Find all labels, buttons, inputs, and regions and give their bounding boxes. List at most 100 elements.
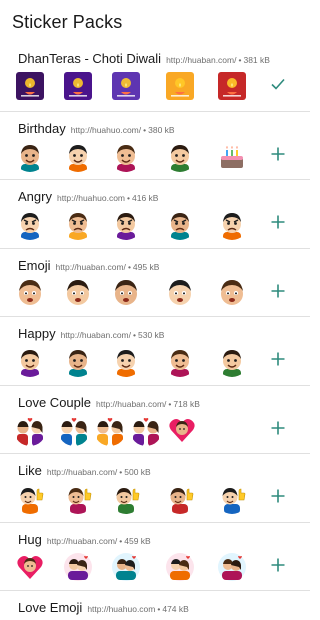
pack-meta: http://huaban.com/• 718 kB bbox=[96, 399, 200, 409]
meta-separator: • bbox=[119, 467, 123, 477]
sticker-thumbnail bbox=[110, 551, 142, 583]
plus-icon bbox=[270, 488, 286, 504]
sticker-thumbnail bbox=[164, 140, 196, 172]
sticker-thumbnail bbox=[62, 208, 94, 240]
sticker-thumbnail bbox=[110, 70, 142, 102]
sticker-thumbnail bbox=[216, 551, 248, 583]
pack-size: 495 kB bbox=[132, 262, 160, 272]
sticker-thumbnail bbox=[58, 414, 90, 446]
pack-name: DhanTeras - Choti Diwali bbox=[18, 51, 162, 66]
plus-icon bbox=[270, 420, 286, 436]
pack-size: 416 kB bbox=[132, 193, 159, 203]
sticker-thumbnail bbox=[62, 277, 94, 309]
pack-publisher: http://huahuo.com/ bbox=[70, 125, 142, 135]
pack-name: Happy bbox=[18, 326, 56, 341]
pack-name: Love Emoji bbox=[18, 600, 83, 615]
pack-publisher: http://huaban.com/ bbox=[60, 330, 131, 340]
add-pack-button[interactable] bbox=[264, 140, 292, 168]
pack-size: 380 kB bbox=[148, 125, 175, 135]
pack-publisher: http://huahuo.com bbox=[87, 604, 156, 614]
sticker-thumbnail bbox=[164, 551, 196, 583]
sticker-pack-row[interactable]: Angry http://huahuo.com • 416 kB bbox=[0, 180, 310, 249]
pack-header: Birthday http://huahuo.com/• 380 kB bbox=[18, 120, 300, 138]
pack-header: Love Couple http://huaban.com/• 718 kB bbox=[18, 394, 300, 412]
pack-size: 459 kB bbox=[124, 536, 151, 546]
pack-size: 381 kB bbox=[243, 55, 270, 65]
sticker-thumbnail bbox=[216, 277, 248, 309]
sticker-pack-row[interactable]: Love Emoji http://huahuo.com • 474 kB bbox=[0, 591, 310, 620]
pack-size: 718 kB bbox=[173, 399, 200, 409]
meta-separator: • bbox=[133, 330, 136, 340]
sticker-thumbnail bbox=[216, 208, 248, 240]
sticker-pack-row[interactable]: Birthday http://huahuo.com/• 380 kB bbox=[0, 112, 310, 180]
pack-header: Emoji http://huaban.com/• 495 kB bbox=[18, 257, 300, 275]
sticker-thumbnail bbox=[62, 551, 94, 583]
pack-meta: http://huaban.com/• 495 kB bbox=[56, 262, 160, 272]
sticker-thumbnail bbox=[14, 277, 46, 309]
pack-size: 530 kB bbox=[137, 330, 165, 340]
plus-icon bbox=[270, 146, 286, 162]
sticker-thumbnail bbox=[130, 414, 162, 446]
sticker-pack-row[interactable]: Like http://huaban.com/• 500 kB bbox=[0, 454, 310, 523]
sticker-thumbnail bbox=[166, 414, 198, 446]
sticker-pack-row[interactable]: Hug http://huaban.com/• 459 kB bbox=[0, 523, 310, 591]
add-pack-button[interactable] bbox=[264, 551, 292, 579]
add-pack-button[interactable] bbox=[264, 414, 292, 442]
pack-header: Happy http://huaban.com/• 530 kB bbox=[18, 325, 300, 343]
check-icon bbox=[270, 76, 286, 92]
meta-separator: • bbox=[119, 536, 123, 546]
pack-publisher: http://huaban.com/ bbox=[166, 55, 237, 65]
sticker-thumbnail bbox=[14, 208, 46, 240]
add-pack-button[interactable] bbox=[264, 277, 292, 305]
meta-separator: • bbox=[238, 55, 242, 65]
sticker-pack-row[interactable]: Emoji http://huaban.com/• 495 kB bbox=[0, 249, 310, 317]
pack-header: Love Emoji http://huahuo.com • 474 kB bbox=[18, 599, 300, 617]
meta-separator: • bbox=[143, 125, 147, 135]
pack-added-indicator bbox=[264, 70, 292, 98]
sticker-thumbnail bbox=[14, 70, 46, 102]
pack-name: Love Couple bbox=[18, 395, 91, 410]
sticker-thumbnail bbox=[164, 277, 196, 309]
sticker-thumbnail bbox=[164, 70, 196, 102]
sticker-thumbnail bbox=[216, 482, 248, 514]
pack-header: Like http://huaban.com/• 500 kB bbox=[18, 462, 300, 480]
sticker-thumbnail bbox=[14, 140, 46, 172]
pack-header: DhanTeras - Choti Diwali http://huaban.co… bbox=[18, 50, 300, 68]
pack-size: 500 kB bbox=[124, 467, 151, 477]
sticker-thumbnail bbox=[110, 208, 142, 240]
pack-meta: http://huahuo.com • 416 kB bbox=[57, 193, 159, 203]
sticker-thumbnail bbox=[14, 345, 46, 377]
pack-name: Angry bbox=[18, 189, 52, 204]
pack-header: Angry http://huahuo.com • 416 kB bbox=[18, 188, 300, 206]
plus-icon bbox=[270, 283, 286, 299]
sticker-thumbnail bbox=[62, 482, 94, 514]
pack-name: Like bbox=[18, 463, 42, 478]
pack-meta: http://huahuo.com/• 380 kB bbox=[71, 125, 175, 135]
plus-icon bbox=[270, 351, 286, 367]
sticker-thumbnail bbox=[164, 345, 196, 377]
pack-publisher: http://huahuo.com bbox=[56, 193, 126, 203]
sticker-thumbnail bbox=[164, 482, 196, 514]
sticker-pack-row[interactable]: DhanTeras - Choti Diwali http://huaban.co… bbox=[0, 42, 310, 112]
sticker-pack-row[interactable]: Happy http://huaban.com/• 530 kB bbox=[0, 317, 310, 386]
pack-publisher: http://huaban.com/ bbox=[96, 399, 167, 409]
sticker-pack-row[interactable]: Love Couple http://huaban.com/• 718 kB bbox=[0, 386, 310, 454]
sticker-thumbnail bbox=[62, 140, 94, 172]
pack-meta: http://huaban.com/• 500 kB bbox=[47, 467, 151, 477]
page-title: Sticker Packs bbox=[12, 12, 123, 32]
pack-publisher: http://huaban.com/ bbox=[46, 467, 118, 477]
sticker-thumbnail bbox=[14, 482, 46, 514]
meta-separator: • bbox=[127, 262, 131, 272]
sticker-thumbnail bbox=[216, 70, 248, 102]
meta-separator: • bbox=[168, 399, 172, 409]
pack-name: Hug bbox=[18, 532, 42, 547]
pack-publisher: http://huaban.com/ bbox=[55, 262, 126, 272]
sticker-thumbnail bbox=[14, 414, 46, 446]
add-pack-button[interactable] bbox=[264, 208, 292, 236]
add-pack-button[interactable] bbox=[264, 345, 292, 373]
meta-separator: • bbox=[127, 193, 130, 203]
pack-size: 474 kB bbox=[162, 604, 189, 614]
add-pack-button[interactable] bbox=[264, 482, 292, 510]
meta-separator: • bbox=[157, 604, 161, 614]
sticker-thumbnail bbox=[216, 345, 248, 377]
